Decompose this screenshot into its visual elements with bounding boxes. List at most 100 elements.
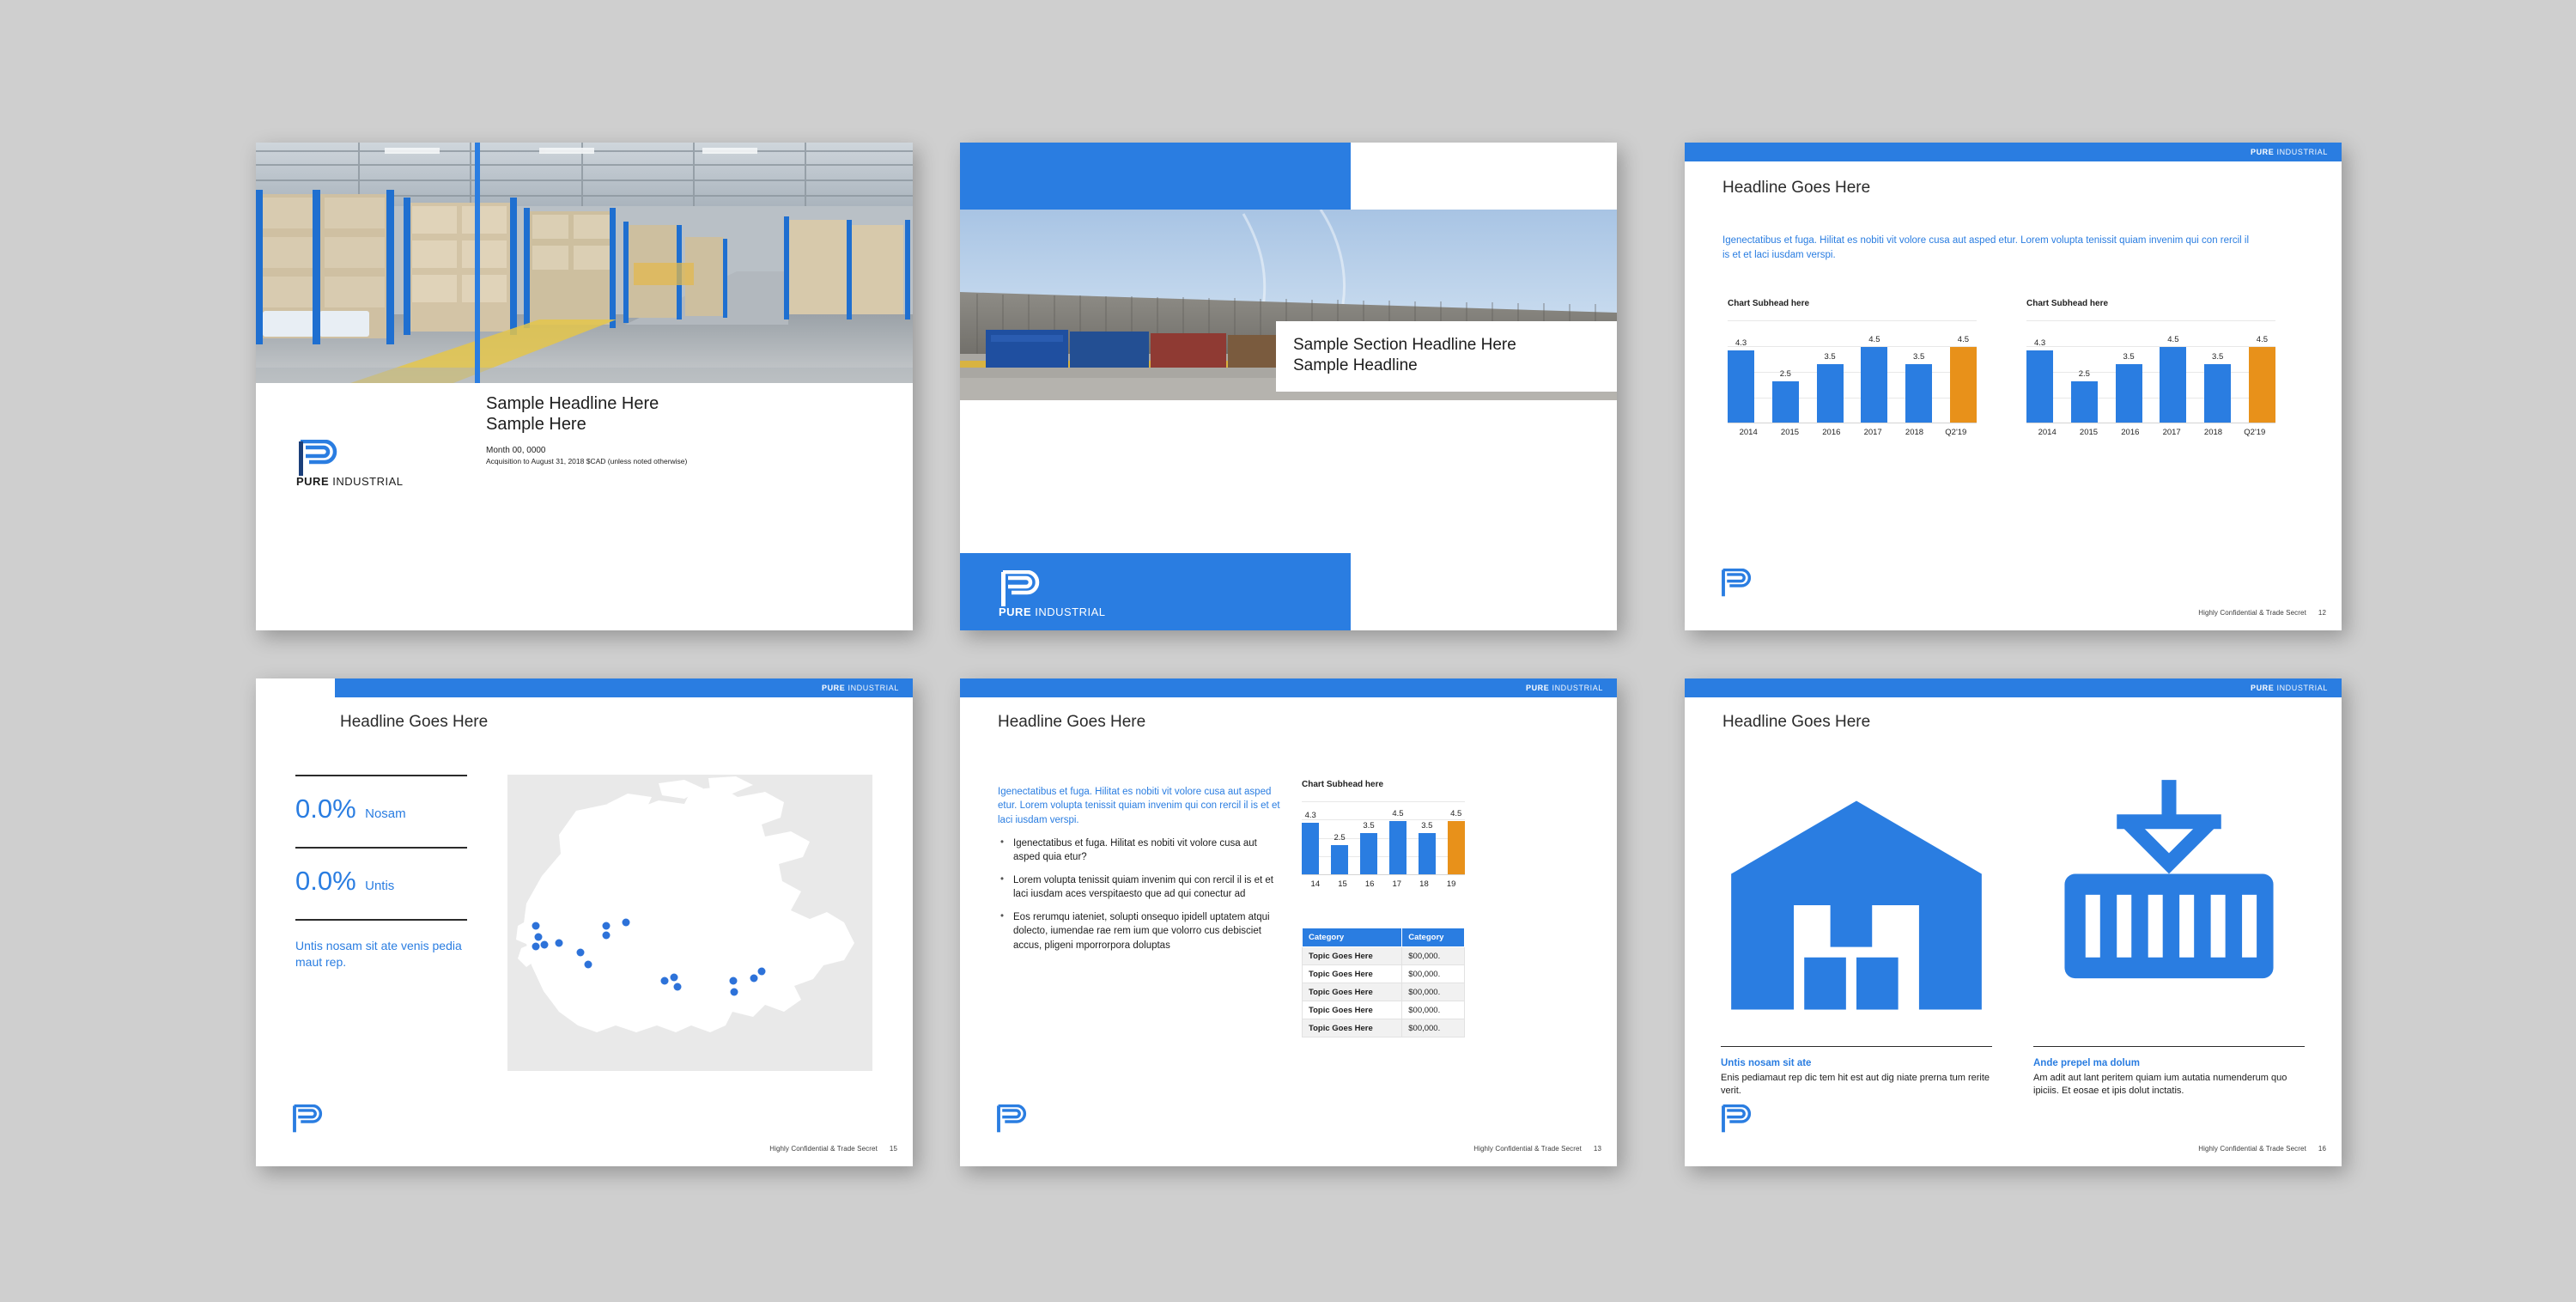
section-headline-line1: Sample Section Headline Here [1293, 336, 1516, 354]
map-dot [576, 948, 585, 957]
slide-title-cover[interactable]: Sample Headline Here Sample Here Month 0… [256, 143, 913, 630]
pure-industrial-logo[interactable] [1719, 1104, 1753, 1134]
map-dot [602, 931, 611, 940]
table-row[interactable]: Topic Goes Here $00,000. [1301, 946, 1465, 965]
feature-cell-truck[interactable]: Officiendam que Doluptas iunt em et, ea … [1721, 1132, 1992, 1166]
header-brand-label: PURE INDUSTRIAL [1525, 684, 1603, 692]
page-number: 15 [889, 1145, 897, 1153]
chart-x-tick: 17 [1392, 879, 1402, 889]
page-title: Headline Goes Here [1722, 179, 1871, 197]
chart-right: Chart Subhead here 4.3 2.5 3.5 4.5 3.5 4.5 20… [2026, 299, 2275, 437]
brand-header-bar: PURE INDUSTRIAL [960, 678, 1617, 697]
chart-bar [1302, 823, 1320, 875]
slide-footer: Highly Confidential & Trade Secret 12 [2198, 609, 2326, 617]
table-row[interactable]: Topic Goes Here $00,000. [1301, 1001, 1465, 1019]
chart-x-tick: Q2'19 [1945, 428, 1967, 437]
map-dot [602, 922, 611, 930]
table-cell: $00,000. [1401, 946, 1465, 965]
stat-label: Untis [365, 879, 395, 893]
pure-p-mark-icon [1719, 1104, 1753, 1134]
bar-value-label: 4.3 [2033, 338, 2046, 349]
top-white-block [1351, 143, 1617, 210]
chart-bar-column: 4.3 [1302, 801, 1320, 875]
chart-bar [2070, 380, 2098, 423]
cover-note: Acquisition to August 31, 2018 $CAD (unl… [486, 456, 688, 465]
brand-header-bar: PURE INDUSTRIAL [1685, 143, 2342, 161]
chart-small-subhead: Chart Subhead here [1302, 780, 1384, 789]
chart-bar-column: 3.5 [1905, 320, 1933, 423]
truck-icon [1721, 1132, 1992, 1166]
chart-bar-column: 3.5 [2115, 320, 2142, 423]
chart-bar [1861, 347, 1888, 423]
cover-headline-line1: Sample Headline Here [486, 394, 659, 413]
pure-industrial-logo[interactable]: PURE INDUSTRIAL [295, 440, 404, 488]
map-dot [757, 967, 766, 976]
feature-cell-container[interactable]: Ande prepel ma dolum Am adit aut lant pe… [2033, 770, 2305, 1098]
table-row[interactable]: Topic Goes Here $00,000. [1301, 964, 1465, 983]
lede-paragraph: Igenectatibus et fuga. Hilitat es nobiti… [998, 787, 1280, 825]
chart-x-tick: 14 [1310, 879, 1321, 889]
feature-text: Am adit aut lant peritem quiam ium autat… [2033, 1073, 2287, 1097]
chart-x-tick: 2018 [1905, 428, 1924, 437]
stat-label: Nosam [365, 806, 406, 821]
slide-stats-map[interactable]: PURE INDUSTRIAL Headline Goes Here 0.0% … [256, 678, 913, 1166]
map-dot [729, 976, 738, 985]
chart-bar [1816, 364, 1844, 423]
chart-bar-column: 2.5 [1771, 320, 1799, 423]
chart-bar-column: 4.5 [1861, 320, 1888, 423]
section-headline-box: Sample Section Headline Here Sample Head… [1276, 321, 1617, 392]
chart-bar-column: 2.5 [1330, 801, 1349, 875]
slide-footer: Highly Confidential & Trade Secret 15 [769, 1145, 897, 1153]
feature-cell-warehouse[interactable]: Untis nosam sit ate Enis pediamaut rep d… [1721, 770, 1992, 1098]
slide-two-charts[interactable]: PURE INDUSTRIAL Headline Goes Here Igene… [1685, 143, 2342, 630]
chart-bar [1447, 820, 1465, 875]
table-row[interactable]: Topic Goes Here $00,000. [1301, 983, 1465, 1001]
table-cell: $00,000. [1401, 1019, 1465, 1037]
section-headline-line2: Sample Headline [1293, 356, 1418, 374]
confidentiality-label: Highly Confidential & Trade Secret [1473, 1145, 1582, 1153]
slide-icon-grid[interactable]: PURE INDUSTRIAL Headline Goes Here Untis… [1685, 678, 2342, 1166]
chart-x-tick: 2014 [1739, 428, 1758, 437]
canada-map[interactable] [507, 775, 872, 1071]
slide-section-divider[interactable]: Sample Section Headline Here Sample Head… [960, 143, 1617, 630]
logo-wordmark: PURE INDUSTRIAL [296, 475, 404, 488]
chart-x-tick: 2014 [2038, 428, 2057, 437]
slide-deck: Sample Headline Here Sample Here Month 0… [0, 0, 2576, 1302]
chart-bar [2248, 347, 2275, 423]
map-dot [555, 939, 563, 947]
pure-industrial-logo[interactable] [994, 1104, 1029, 1134]
bar-value-label: 2.5 [2078, 368, 2090, 379]
bar-value-label: 4.3 [1735, 338, 1747, 349]
map-dot [584, 960, 592, 969]
page-title: Headline Goes Here [340, 713, 489, 731]
stat-list: 0.0% Nosam 0.0% Untis Untis nosam sit at… [295, 775, 467, 993]
chart-small-bars: 4.3 2.5 3.5 4.5 3.5 4.5 [1302, 801, 1465, 875]
map-dot [660, 976, 669, 985]
map-dot [622, 918, 630, 927]
chart-bar-column: 3.5 [1359, 801, 1378, 875]
pure-industrial-logo[interactable] [290, 1104, 325, 1134]
chart-bar-column: 3.5 [1418, 801, 1437, 875]
chart-left-ticks: 2014 2015 2016 2017 2018 Q2'19 [1728, 428, 1977, 437]
chart-right-plot: 4.3 2.5 3.5 4.5 3.5 4.5 [2026, 320, 2275, 423]
chart-bar-column: 2.5 [2070, 320, 2098, 423]
slide-bullets-chart-table[interactable]: PURE INDUSTRIAL Headline Goes Here Igene… [960, 678, 1617, 1166]
feature-text: Enis pediamaut rep dic tem hit est aut d… [1721, 1073, 1990, 1097]
pure-industrial-logo[interactable]: PURE INDUSTRIAL [998, 570, 1106, 618]
stat-value: 0.0% [295, 866, 356, 896]
bullet-list: Igenectatibus et fuga. Hilitat es nobiti… [998, 836, 1281, 952]
chart-right-bars: 4.3 2.5 3.5 4.5 3.5 4.5 [2026, 320, 2275, 423]
bar-value-label: 3.5 [2212, 352, 2224, 362]
table-row[interactable]: Topic Goes Here $00,000. [1301, 1019, 1465, 1037]
chart-x-tick: 2015 [2079, 428, 2099, 437]
chart-bar [1771, 380, 1799, 423]
chart-x-tick: 2018 [2203, 428, 2223, 437]
chart-x-tick: 19 [1446, 879, 1456, 889]
bar-value-label: 4.5 [1392, 808, 1404, 818]
data-table[interactable]: Category Category Topic Goes Here $00,000… [1301, 928, 1465, 1037]
chart-bar-column: 4.3 [1728, 320, 1755, 423]
pure-industrial-logo[interactable] [1719, 569, 1753, 598]
chart-x-tick: 2016 [2121, 428, 2140, 437]
title-block: Sample Headline Here Sample Here Month 0… [486, 393, 890, 465]
map-dot [532, 922, 540, 930]
